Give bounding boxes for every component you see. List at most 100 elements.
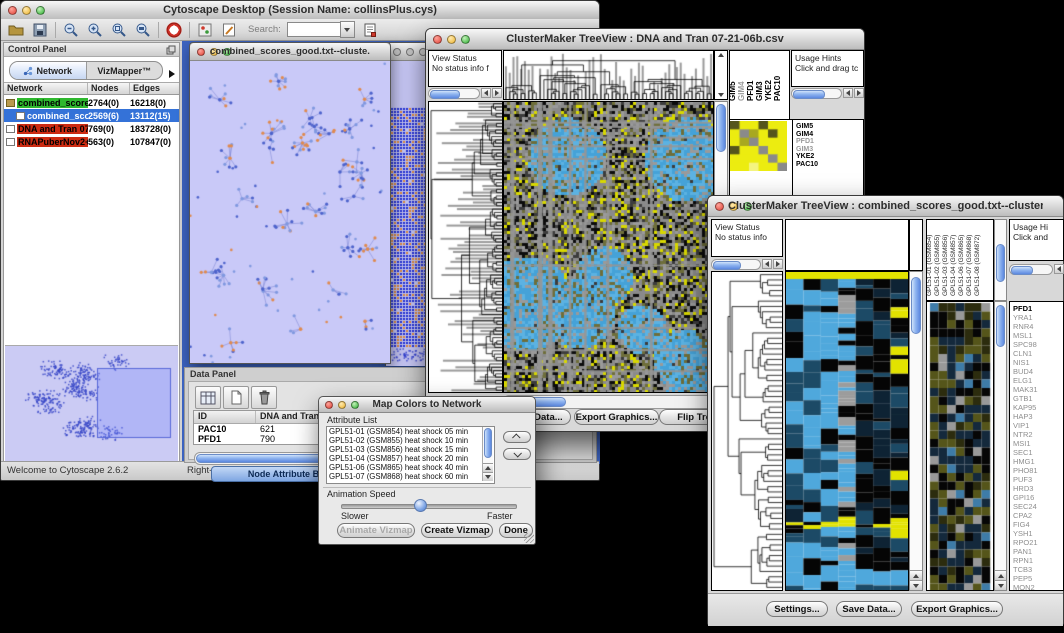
heatmap-column-label[interactable]: GPL51-01 (GSM854) bbox=[926, 235, 933, 296]
matrix-column-label[interactable]: GIM4 bbox=[737, 81, 746, 101]
animation-speed-slider[interactable] bbox=[341, 504, 517, 509]
close-button[interactable] bbox=[197, 48, 205, 56]
move-down-button[interactable] bbox=[503, 448, 531, 460]
float-panel-icon[interactable] bbox=[166, 45, 176, 57]
zoom-detail-panel[interactable] bbox=[926, 301, 994, 591]
network-list-item[interactable]: combined_scores 2764(0) 16218(0) bbox=[4, 96, 179, 109]
vizmapper-icon[interactable] bbox=[196, 21, 214, 39]
close-button[interactable] bbox=[433, 35, 442, 44]
column-tree-scrollbar[interactable] bbox=[909, 219, 923, 271]
attribute-list-item[interactable]: GPL51-03 (GSM856) heat shock 15 min bbox=[327, 445, 494, 454]
slider-thumb[interactable] bbox=[414, 499, 427, 512]
main-titlebar[interactable]: Cytoscape Desktop (Session Name: collins… bbox=[1, 1, 599, 20]
gene-list-item[interactable]: CPA2 bbox=[1010, 511, 1063, 520]
gene-list-item[interactable]: GPI16 bbox=[1010, 493, 1063, 502]
matrix-column-label[interactable]: YKE2 bbox=[764, 80, 773, 101]
matrix-row-label[interactable]: YKE2 bbox=[793, 153, 864, 161]
zoom-detail-scrollbar[interactable] bbox=[994, 301, 1007, 591]
annotation-icon[interactable] bbox=[220, 21, 238, 39]
gene-list-item[interactable]: SEC1 bbox=[1010, 448, 1063, 457]
treeview-combined-titlebar[interactable]: ClusterMaker TreeView : combined_scores_… bbox=[708, 196, 1063, 217]
usage-hints-scrollbar[interactable] bbox=[1009, 263, 1064, 275]
matrix-column-label[interactable]: GIM3 bbox=[755, 81, 764, 101]
row-dendrogram-canvas[interactable] bbox=[429, 102, 502, 392]
gene-list-item[interactable]: SEC24 bbox=[1010, 502, 1063, 511]
treeview-dna-titlebar[interactable]: ClusterMaker TreeView : DNA and Tran 07-… bbox=[426, 29, 864, 50]
gene-list-item[interactable]: YSH1 bbox=[1010, 529, 1063, 538]
attribute-list-item[interactable]: GPL51-02 (GSM855) heat shock 10 min bbox=[327, 436, 494, 445]
matrix-row-label[interactable]: PAC10 bbox=[793, 161, 864, 169]
attribute-list-item[interactable]: GPL51-01 (GSM854) heat shock 05 min bbox=[327, 427, 494, 436]
network-list-item[interactable]: DNA and Tran 07 769(0) 183728(0) bbox=[4, 122, 179, 135]
attribute-list-item[interactable]: GPL51-06 (GSM865) heat shock 40 min bbox=[327, 463, 494, 472]
gene-list-item[interactable]: HMG1 bbox=[1010, 457, 1063, 466]
network-list-item[interactable]: RNAPuberNov2+| 563(0) 107847(0) bbox=[4, 135, 179, 148]
heatmap-column-label[interactable]: GPL51-02 (GSM855) bbox=[934, 235, 941, 296]
create-vizmap-button[interactable]: Create Vizmap bbox=[421, 523, 493, 538]
heatmap-column-label[interactable]: GPL51-03 (GSM856) bbox=[942, 235, 949, 296]
heatmap-canvas[interactable] bbox=[504, 102, 713, 392]
column-tree-scrollbar[interactable] bbox=[714, 50, 728, 100]
gene-list-item[interactable]: NTR2 bbox=[1010, 430, 1063, 439]
report-icon[interactable] bbox=[361, 21, 379, 39]
attribute-list-item[interactable]: GPL51-04 (GSM857) heat shock 20 min bbox=[327, 454, 494, 463]
gene-list-item[interactable]: SPC98 bbox=[1010, 340, 1063, 349]
zoom-selected-icon[interactable] bbox=[110, 21, 128, 39]
gene-list-item[interactable]: GTB1 bbox=[1010, 394, 1063, 403]
open-session-icon[interactable] bbox=[7, 21, 25, 39]
scroll-left-icon[interactable] bbox=[843, 88, 853, 98]
gene-list-item[interactable]: MAK31 bbox=[1010, 385, 1063, 394]
save-session-icon[interactable] bbox=[31, 21, 49, 39]
scroll-left-icon[interactable] bbox=[762, 259, 772, 269]
scroll-down-icon[interactable] bbox=[995, 580, 1006, 590]
birdseye-canvas[interactable] bbox=[5, 346, 178, 463]
close-button[interactable] bbox=[715, 202, 724, 211]
save-data-button[interactable]: Save Data... bbox=[836, 601, 902, 617]
zoom-in-icon[interactable] bbox=[86, 21, 104, 39]
heatmap-canvas[interactable] bbox=[786, 272, 908, 590]
gene-list-item[interactable]: RPN1 bbox=[1010, 556, 1063, 565]
matrix-column-label[interactable]: PFD1 bbox=[746, 81, 755, 101]
scroll-up-icon[interactable] bbox=[910, 570, 922, 580]
select-attributes-icon[interactable] bbox=[195, 386, 221, 409]
new-attribute-icon[interactable] bbox=[223, 386, 249, 409]
row-dendrogram-canvas[interactable] bbox=[712, 272, 782, 590]
minimize-button[interactable] bbox=[406, 48, 414, 56]
zoom-out-icon[interactable] bbox=[62, 21, 80, 39]
gene-list-item[interactable]: BUD4 bbox=[1010, 367, 1063, 376]
search-input[interactable] bbox=[287, 22, 340, 37]
resize-grip[interactable] bbox=[524, 533, 534, 543]
attribute-list-item[interactable]: GPL51-07 (GSM868) heat shock 60 min bbox=[327, 472, 494, 481]
row-dendrogram-panel[interactable] bbox=[428, 101, 503, 393]
gene-list-item[interactable]: FIG4 bbox=[1010, 520, 1063, 529]
edges-column-header[interactable]: Edges bbox=[130, 83, 179, 94]
gene-list-item[interactable]: HAP3 bbox=[1010, 412, 1063, 421]
gene-list-item[interactable]: CLN1 bbox=[1010, 349, 1063, 358]
zoom-fit-icon[interactable] bbox=[134, 21, 152, 39]
gene-list-item[interactable]: MSI1 bbox=[1010, 439, 1063, 448]
help-lifesaver-icon[interactable] bbox=[165, 21, 183, 39]
matrix-row-label[interactable]: GIM3 bbox=[793, 146, 864, 154]
column-dendrogram-panel[interactable] bbox=[503, 50, 714, 100]
export-graphics-button[interactable]: Export Graphics... bbox=[911, 601, 1003, 617]
view-status-scrollbar[interactable] bbox=[428, 87, 502, 99]
correlation-matrix-canvas[interactable] bbox=[730, 121, 787, 171]
scroll-left-icon[interactable] bbox=[481, 88, 491, 98]
gene-list-item[interactable]: PAN1 bbox=[1010, 547, 1063, 556]
gene-list-item[interactable]: RPO21 bbox=[1010, 538, 1063, 547]
scroll-up-icon[interactable] bbox=[483, 463, 493, 472]
gene-list-item[interactable]: PUF3 bbox=[1010, 475, 1063, 484]
view-status-scrollbar[interactable] bbox=[711, 258, 783, 270]
network-view-titlebar[interactable]: combined_scores_good.txt--cluste... bbox=[190, 43, 390, 61]
scroll-right-icon[interactable] bbox=[854, 88, 864, 98]
heatmap-column-label[interactable]: GPL51-04 (GSM857) bbox=[950, 235, 957, 296]
tab-vizmapper[interactable]: VizMapper™ bbox=[86, 62, 163, 79]
heatmap-vscrollbar[interactable] bbox=[909, 271, 923, 591]
matrix-column-label[interactable]: PAC10 bbox=[773, 76, 782, 101]
gene-list-item[interactable]: MSL1 bbox=[1010, 331, 1063, 340]
gene-list-item[interactable]: VIP1 bbox=[1010, 421, 1063, 430]
matrix-column-label[interactable]: GIM5 bbox=[729, 81, 737, 101]
heatmap-panel[interactable] bbox=[503, 101, 714, 393]
gene-list-item[interactable]: PHO81 bbox=[1010, 466, 1063, 475]
column-dendrogram-panel[interactable] bbox=[785, 219, 909, 271]
